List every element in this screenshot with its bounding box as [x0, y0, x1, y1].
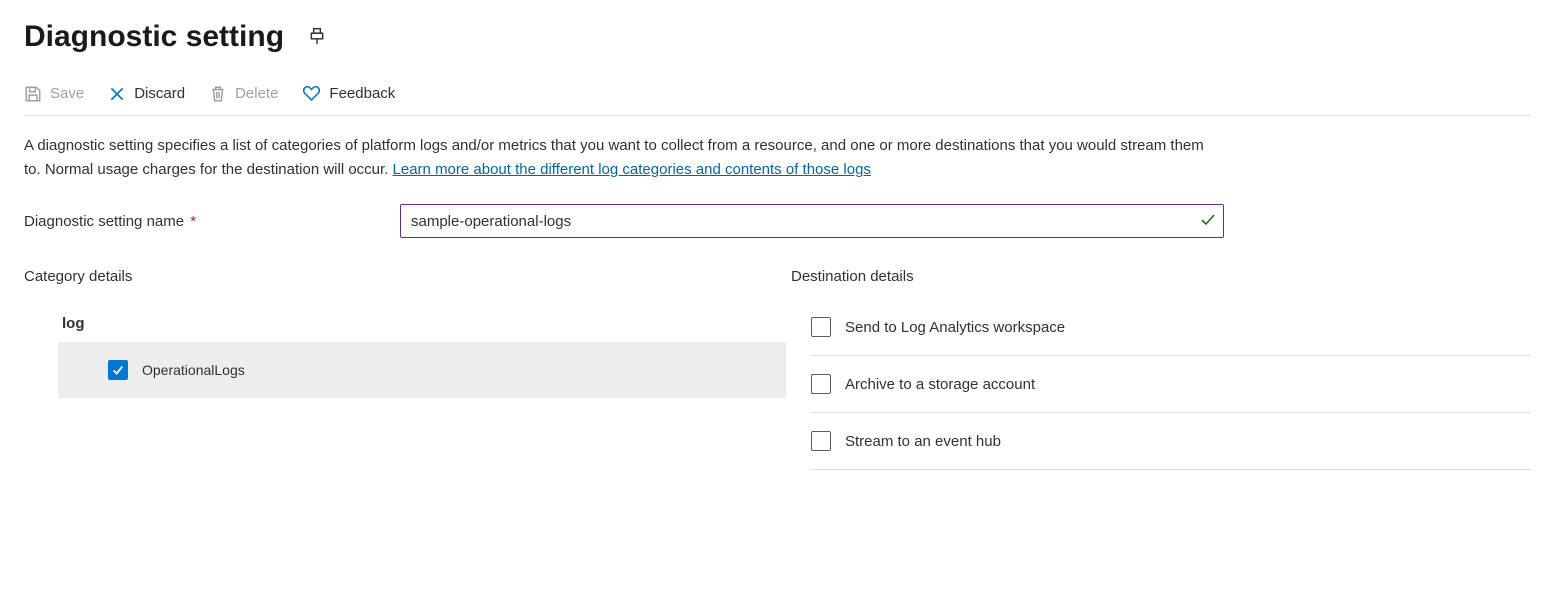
- toolbar: Save Discard Delete Fee: [24, 82, 1531, 116]
- destination-item-event-hub: Stream to an event hub: [811, 413, 1531, 470]
- log-category-item: OperationalLogs: [58, 342, 786, 398]
- save-icon: [24, 85, 42, 103]
- name-field-label: Diagnostic setting name *: [24, 213, 400, 230]
- log-category-label: OperationalLogs: [142, 362, 245, 378]
- destination-details-heading: Destination details: [791, 268, 1531, 285]
- pin-icon[interactable]: [308, 27, 326, 48]
- delete-button[interactable]: Delete: [209, 83, 278, 105]
- page-title: Diagnostic setting: [24, 20, 284, 54]
- destination-label: Send to Log Analytics workspace: [845, 319, 1065, 336]
- learn-more-link[interactable]: Learn more about the different log categ…: [393, 161, 871, 178]
- description-text: A diagnostic setting specifies a list of…: [24, 134, 1224, 182]
- log-group-label: log: [58, 309, 786, 342]
- send-log-analytics-checkbox[interactable]: [811, 317, 831, 337]
- trash-icon: [209, 85, 227, 103]
- feedback-button[interactable]: Feedback: [302, 82, 395, 105]
- name-field-row: Diagnostic setting name *: [24, 204, 1531, 238]
- destination-label: Archive to a storage account: [845, 376, 1035, 393]
- stream-event-hub-checkbox[interactable]: [811, 431, 831, 451]
- feedback-label: Feedback: [329, 85, 395, 102]
- category-details-heading: Category details: [24, 268, 791, 285]
- valid-check-icon: [1200, 212, 1216, 231]
- destination-label: Stream to an event hub: [845, 433, 1001, 450]
- destination-details-column: Destination details Send to Log Analytic…: [791, 268, 1531, 470]
- archive-storage-checkbox[interactable]: [811, 374, 831, 394]
- diagnostic-setting-name-input[interactable]: [400, 204, 1224, 238]
- save-button[interactable]: Save: [24, 83, 84, 105]
- required-marker: *: [190, 213, 196, 230]
- close-icon: [108, 85, 126, 103]
- category-details-column: Category details log OperationalLogs: [24, 268, 791, 398]
- discard-label: Discard: [134, 85, 185, 102]
- discard-button[interactable]: Discard: [108, 83, 185, 105]
- page-header: Diagnostic setting: [24, 20, 1531, 54]
- destination-item-log-analytics: Send to Log Analytics workspace: [811, 309, 1531, 356]
- heart-icon: [302, 84, 321, 103]
- operational-logs-checkbox[interactable]: [108, 360, 128, 380]
- destination-item-storage: Archive to a storage account: [811, 356, 1531, 413]
- delete-label: Delete: [235, 85, 278, 102]
- save-label: Save: [50, 85, 84, 102]
